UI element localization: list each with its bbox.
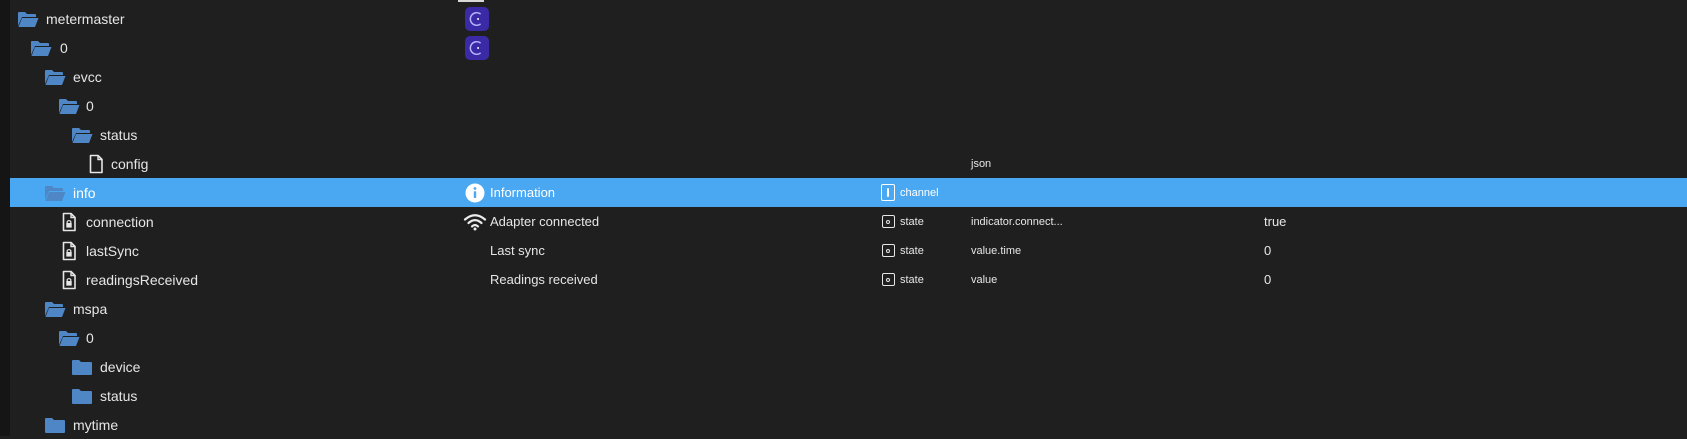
name-cell: Readings received (490, 272, 598, 287)
tree-row-instance-0[interactable]: 0 (10, 33, 1687, 62)
left-edge-strip (0, 0, 10, 436)
tree-row-label: connection (86, 213, 154, 230)
role-cell: value (971, 273, 998, 286)
tree-row-connection[interactable]: connection Adapter connected state indic… (10, 207, 1687, 236)
folder-icon[interactable] (71, 352, 93, 381)
role-cell: indicator.connect... (971, 215, 1063, 228)
state-type-icon (880, 207, 896, 236)
object-tree: metermaster 0 evcc 0 status config json … (10, 4, 1687, 439)
channel-type-icon (880, 178, 896, 207)
tree-row-mytime[interactable]: mytime (10, 410, 1687, 439)
folder-open-icon[interactable] (44, 294, 66, 323)
tree-row-label: status (100, 126, 138, 143)
value-cell[interactable]: 0 (1264, 265, 1271, 294)
folder-open-icon[interactable] (44, 178, 66, 207)
role-cell: value.time (971, 244, 1022, 257)
folder-icon[interactable] (44, 410, 66, 439)
tree-row-label: metermaster (46, 10, 125, 27)
folder-open-icon[interactable] (71, 120, 93, 149)
folder-icon[interactable] (71, 381, 93, 410)
name-cell: Information (490, 185, 556, 200)
tree-row-label: lastSync (86, 242, 139, 259)
tree-row-device[interactable]: device (10, 352, 1687, 381)
folder-open-icon[interactable] (58, 323, 80, 352)
state-type-icon (880, 265, 896, 294)
adapter-logo-icon (464, 33, 490, 62)
tree-row-info[interactable]: info Information channel (10, 178, 1687, 207)
name-cell: Last sync (490, 243, 545, 258)
info-icon (462, 178, 488, 207)
state-file-icon (58, 265, 80, 294)
tree-row-label: info (73, 184, 96, 201)
tree-row-metermaster[interactable]: metermaster (10, 4, 1687, 33)
type-cell: channel (900, 186, 939, 199)
value-cell[interactable]: 0 (1264, 236, 1271, 265)
tree-row-lastsync[interactable]: lastSync Last sync state value.time 0 (10, 236, 1687, 265)
folder-open-icon[interactable] (30, 33, 52, 62)
name-cell: Adapter connected (490, 214, 600, 229)
tree-row-evcc-0[interactable]: 0 (10, 91, 1687, 120)
tree-row-label: 0 (60, 39, 68, 56)
type-cell: state (900, 244, 924, 257)
column-resize-handle[interactable] (458, 0, 484, 2)
tree-row-mspa-0[interactable]: 0 (10, 323, 1687, 352)
tree-row-label: mytime (73, 416, 119, 433)
folder-open-icon[interactable] (58, 91, 80, 120)
type-cell: state (900, 215, 924, 228)
adapter-logo-icon (464, 4, 490, 33)
tree-row-label: 0 (86, 329, 94, 346)
tree-row-evcc[interactable]: evcc (10, 62, 1687, 91)
folder-open-icon[interactable] (17, 4, 39, 33)
tree-row-label: status (100, 387, 138, 404)
folder-open-icon[interactable] (44, 62, 66, 91)
tree-row-label: 0 (86, 97, 94, 114)
state-file-icon (58, 207, 80, 236)
tree-row-label: mspa (73, 300, 108, 317)
value-cell[interactable]: true (1264, 207, 1286, 236)
tree-row-mspa-status[interactable]: status (10, 381, 1687, 410)
tree-row-readingsreceived[interactable]: readingsReceived Readings received state… (10, 265, 1687, 294)
tree-row-mspa[interactable]: mspa (10, 294, 1687, 323)
role-cell: json (971, 157, 992, 170)
tree-row-config[interactable]: config json (10, 149, 1687, 178)
tree-row-evcc-status[interactable]: status (10, 120, 1687, 149)
tree-row-label: readingsReceived (86, 271, 199, 288)
tree-row-label: evcc (73, 68, 102, 85)
type-cell: state (900, 273, 924, 286)
tree-row-label: device (100, 358, 141, 375)
tree-row-label: config (111, 155, 149, 172)
wifi-icon (462, 207, 488, 236)
state-type-icon (880, 236, 896, 265)
state-file-icon (58, 236, 80, 265)
file-icon (85, 149, 107, 178)
